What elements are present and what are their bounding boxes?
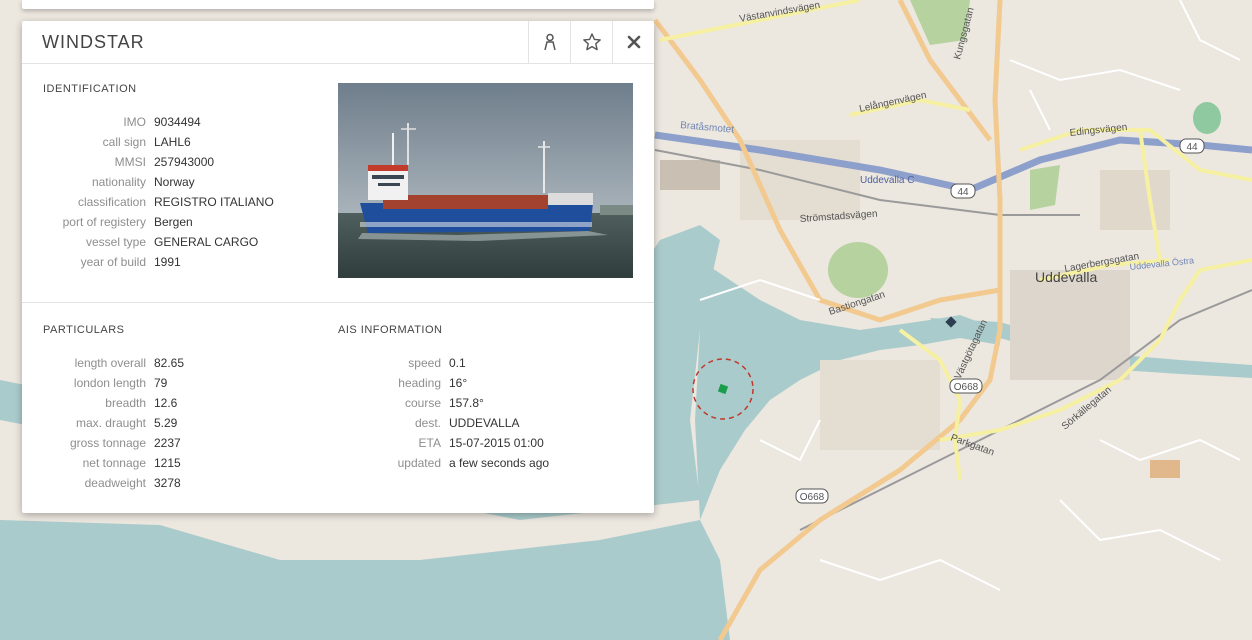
field-value: 257943000 [154, 155, 215, 169]
field-value: 0.1 [449, 356, 466, 370]
field-value: 2237 [154, 436, 181, 450]
field-value: 3278 [154, 476, 181, 490]
ais-row: dest. UDDEVALLA [338, 413, 549, 433]
field-value: 9034494 [154, 115, 201, 129]
svg-text:44: 44 [957, 187, 969, 198]
vessel-photo[interactable] [338, 83, 633, 278]
vessel-name: WINDSTAR [42, 32, 145, 52]
section-divider [22, 302, 654, 303]
field-value: 1991 [154, 255, 181, 269]
field-label: nationality [91, 175, 146, 189]
particulars-row: gross tonnage 2237 [43, 433, 184, 453]
map-building [660, 160, 720, 190]
field-label: deadweight [84, 476, 146, 490]
map-building [1150, 460, 1180, 478]
identification-row: classification REGISTRO ITALIANO [43, 192, 274, 212]
identification-title: IDENTIFICATION [43, 83, 137, 95]
field-label: port of registery [62, 215, 146, 229]
field-label: max. draught [75, 416, 146, 430]
field-value: REGISTRO ITALIANO [154, 195, 274, 209]
field-value: 15-07-2015 01:00 [449, 436, 544, 450]
ais-row: speed 0.1 [338, 353, 549, 373]
svg-text:44: 44 [1186, 142, 1198, 153]
field-label: MMSI [114, 155, 146, 169]
particulars-row: deadweight 3278 [43, 473, 184, 493]
field-label: speed [408, 356, 441, 370]
field-value: LAHL6 [154, 135, 191, 149]
identification-list: IMO 9034494 call sign LAHL6 MMSI 257943000 … [43, 112, 274, 272]
panel-header: WINDSTAR [22, 21, 654, 64]
identification-row: year of build 1991 [43, 252, 274, 272]
identification-row: MMSI 257943000 [43, 152, 274, 172]
particulars-row: max. draught 5.29 [43, 413, 184, 433]
field-label: dest. [414, 416, 441, 430]
vessel-photo-image [338, 83, 633, 278]
identification-row: IMO 9034494 [43, 112, 274, 132]
field-value: UDDEVALLA [449, 416, 520, 430]
map-block [1100, 170, 1170, 230]
field-value: GENERAL CARGO [154, 235, 259, 249]
identification-row: vessel type GENERAL CARGO [43, 232, 274, 252]
field-label: length overall [74, 356, 146, 370]
field-value: 5.29 [154, 416, 178, 430]
field-value: 79 [154, 376, 168, 390]
field-label: vessel type [85, 235, 146, 249]
particulars-list: length overall 82.65 london length 79 brea… [43, 353, 184, 493]
close-icon [627, 35, 641, 49]
map-block [820, 360, 940, 450]
identification-row: port of registery Bergen [43, 212, 274, 232]
favorite-button[interactable] [570, 21, 613, 63]
field-value: Norway [154, 175, 195, 189]
vessel-detail-panel: WINDSTAR IDENTIFICATION IMO 9034494 call … [22, 21, 654, 513]
field-value: 16° [449, 376, 468, 390]
svg-text:O668: O668 [954, 382, 979, 393]
field-label: gross tonnage [69, 436, 146, 450]
field-value: 82.65 [154, 356, 185, 370]
field-label: london length [73, 376, 146, 390]
field-label: year of build [80, 255, 146, 269]
particulars-row: london length 79 [43, 373, 184, 393]
field-value: a few seconds ago [449, 456, 550, 470]
ais-row: course 157.8° [338, 393, 549, 413]
person-icon [544, 33, 556, 51]
field-label: classification [77, 195, 146, 209]
ais-row: heading 16° [338, 373, 549, 393]
road-shield-o668b: O668 [795, 488, 829, 504]
field-label: course [404, 396, 441, 410]
svg-text:O668: O668 [800, 492, 825, 503]
ais-title: AIS INFORMATION [338, 324, 443, 336]
field-label: ETA [418, 436, 441, 450]
identification-row: nationality Norway [43, 172, 274, 192]
field-value: 1215 [154, 456, 181, 470]
track-button[interactable] [528, 21, 571, 63]
search-panel [22, 0, 654, 9]
ais-row: ETA 15-07-2015 01:00 [338, 433, 549, 453]
field-value: Bergen [154, 215, 193, 229]
field-label: breadth [105, 396, 146, 410]
particulars-row: net tonnage 1215 [43, 453, 184, 473]
field-value: 157.8° [449, 396, 484, 410]
particulars-row: length overall 82.65 [43, 353, 184, 373]
field-label: net tonnage [82, 456, 146, 470]
particulars-row: breadth 12.6 [43, 393, 184, 413]
field-label: heading [398, 376, 441, 390]
map-label-uddevalla-c: Uddevalla C [860, 175, 914, 186]
map-park [828, 242, 888, 298]
map-sports-field [1193, 102, 1221, 134]
star-icon [583, 33, 601, 51]
field-label: call sign [102, 135, 146, 149]
ais-list: speed 0.1 heading 16° course 157.8° dest. UD… [338, 353, 549, 473]
field-label: updated [397, 456, 441, 470]
identification-row: call sign LAHL6 [43, 132, 274, 152]
particulars-title: PARTICULARS [43, 324, 125, 336]
road-shield-44b: 44 [1179, 138, 1205, 154]
road-shield-44a: 44 [950, 183, 976, 199]
map-city-center [1010, 270, 1130, 380]
close-button[interactable] [612, 21, 655, 63]
road-shield-o668a: O668 [949, 378, 983, 394]
ais-row: updated a few seconds ago [338, 453, 549, 473]
field-label: IMO [123, 115, 146, 129]
field-value: 12.6 [154, 396, 178, 410]
